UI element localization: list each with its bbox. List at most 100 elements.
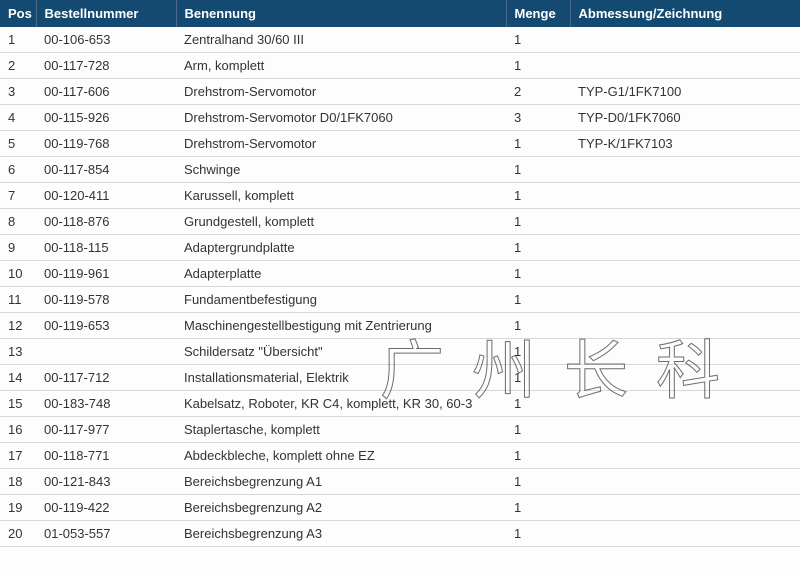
cell-menge: 1 xyxy=(506,495,570,521)
cell-menge: 1 xyxy=(506,27,570,53)
cell-abmessung xyxy=(570,391,800,417)
cell-abmessung xyxy=(570,313,800,339)
cell-menge: 1 xyxy=(506,287,570,313)
cell-bestellnummer: 00-119-768 xyxy=(36,131,176,157)
cell-abmessung xyxy=(570,183,800,209)
cell-benennung: Bereichsbegrenzung A2 xyxy=(176,495,506,521)
cell-pos: 8 xyxy=(0,209,36,235)
cell-pos: 4 xyxy=(0,105,36,131)
col-header-bestellnummer: Bestellnummer xyxy=(36,0,176,27)
cell-abmessung xyxy=(570,495,800,521)
col-header-benennung: Benennung xyxy=(176,0,506,27)
cell-bestellnummer: 00-183-748 xyxy=(36,391,176,417)
col-header-menge: Menge xyxy=(506,0,570,27)
cell-bestellnummer xyxy=(36,339,176,365)
cell-abmessung xyxy=(570,339,800,365)
cell-menge: 3 xyxy=(506,105,570,131)
table-row: 200-117-728Arm, komplett1 xyxy=(0,53,800,79)
cell-benennung: Zentralhand 30/60 III xyxy=(176,27,506,53)
cell-pos: 18 xyxy=(0,469,36,495)
cell-abmessung xyxy=(570,209,800,235)
cell-bestellnummer: 00-118-876 xyxy=(36,209,176,235)
table-row: 1800-121-843Bereichsbegrenzung A11 xyxy=(0,469,800,495)
cell-benennung: Staplertasche, komplett xyxy=(176,417,506,443)
table-row: 1600-117-977Staplertasche, komplett1 xyxy=(0,417,800,443)
cell-pos: 9 xyxy=(0,235,36,261)
cell-benennung: Schwinge xyxy=(176,157,506,183)
cell-menge: 1 xyxy=(506,443,570,469)
cell-menge: 1 xyxy=(506,131,570,157)
table-row: 400-115-926Drehstrom-Servomotor D0/1FK70… xyxy=(0,105,800,131)
cell-benennung: Bereichsbegrenzung A1 xyxy=(176,469,506,495)
cell-bestellnummer: 00-117-728 xyxy=(36,53,176,79)
cell-benennung: Drehstrom-Servomotor D0/1FK7060 xyxy=(176,105,506,131)
cell-menge: 1 xyxy=(506,469,570,495)
table-row: 700-120-411Karussell, komplett1 xyxy=(0,183,800,209)
cell-abmessung xyxy=(570,53,800,79)
cell-bestellnummer: 00-106-653 xyxy=(36,27,176,53)
cell-bestellnummer: 01-053-557 xyxy=(36,521,176,547)
cell-pos: 17 xyxy=(0,443,36,469)
cell-benennung: Abdeckbleche, komplett ohne EZ xyxy=(176,443,506,469)
cell-menge: 1 xyxy=(506,157,570,183)
cell-benennung: Drehstrom-Servomotor xyxy=(176,79,506,105)
cell-abmessung xyxy=(570,365,800,391)
cell-benennung: Arm, komplett xyxy=(176,53,506,79)
cell-benennung: Adapterplatte xyxy=(176,261,506,287)
cell-bestellnummer: 00-119-961 xyxy=(36,261,176,287)
table-body: 100-106-653Zentralhand 30/60 III1200-117… xyxy=(0,27,800,547)
cell-pos: 16 xyxy=(0,417,36,443)
cell-menge: 1 xyxy=(506,339,570,365)
table-row: 100-106-653Zentralhand 30/60 III1 xyxy=(0,27,800,53)
cell-bestellnummer: 00-119-653 xyxy=(36,313,176,339)
cell-bestellnummer: 00-117-712 xyxy=(36,365,176,391)
cell-abmessung xyxy=(570,417,800,443)
cell-pos: 5 xyxy=(0,131,36,157)
cell-pos: 3 xyxy=(0,79,36,105)
cell-abmessung xyxy=(570,261,800,287)
cell-pos: 7 xyxy=(0,183,36,209)
cell-bestellnummer: 00-118-115 xyxy=(36,235,176,261)
cell-menge: 1 xyxy=(506,417,570,443)
cell-pos: 13 xyxy=(0,339,36,365)
cell-bestellnummer: 00-121-843 xyxy=(36,469,176,495)
table-row: 1500-183-748Kabelsatz, Roboter, KR C4, k… xyxy=(0,391,800,417)
cell-bestellnummer: 00-119-578 xyxy=(36,287,176,313)
cell-bestellnummer: 00-119-422 xyxy=(36,495,176,521)
cell-abmessung: TYP-D0/1FK7060 xyxy=(570,105,800,131)
cell-abmessung xyxy=(570,443,800,469)
cell-bestellnummer: 00-115-926 xyxy=(36,105,176,131)
cell-abmessung xyxy=(570,27,800,53)
parts-table: Pos Bestellnummer Benennung Menge Abmess… xyxy=(0,0,800,547)
cell-menge: 1 xyxy=(506,521,570,547)
table-row: 600-117-854Schwinge1 xyxy=(0,157,800,183)
table-row: 1100-119-578Fundamentbefestigung1 xyxy=(0,287,800,313)
table-row: 13Schildersatz "Übersicht"1 xyxy=(0,339,800,365)
cell-pos: 12 xyxy=(0,313,36,339)
cell-benennung: Kabelsatz, Roboter, KR C4, komplett, KR … xyxy=(176,391,506,417)
table-header-row: Pos Bestellnummer Benennung Menge Abmess… xyxy=(0,0,800,27)
table-row: 1000-119-961Adapterplatte1 xyxy=(0,261,800,287)
cell-benennung: Drehstrom-Servomotor xyxy=(176,131,506,157)
cell-abmessung xyxy=(570,287,800,313)
cell-abmessung: TYP-K/1FK7103 xyxy=(570,131,800,157)
table-row: 300-117-606Drehstrom-Servomotor2TYP-G1/1… xyxy=(0,79,800,105)
col-header-abmessung: Abmessung/Zeichnung xyxy=(570,0,800,27)
table-row: 900-118-115Adaptergrundplatte1 xyxy=(0,235,800,261)
cell-abmessung: TYP-G1/1FK7100 xyxy=(570,79,800,105)
cell-benennung: Installationsmaterial, Elektrik xyxy=(176,365,506,391)
table-row: 800-118-876Grundgestell, komplett1 xyxy=(0,209,800,235)
cell-pos: 14 xyxy=(0,365,36,391)
cell-benennung: Grundgestell, komplett xyxy=(176,209,506,235)
table-row: 2001-053-557Bereichsbegrenzung A31 xyxy=(0,521,800,547)
cell-bestellnummer: 00-118-771 xyxy=(36,443,176,469)
cell-abmessung xyxy=(570,157,800,183)
cell-pos: 19 xyxy=(0,495,36,521)
table-row: 1200-119-653Maschinengestellbestigung mi… xyxy=(0,313,800,339)
cell-menge: 1 xyxy=(506,313,570,339)
table-row: 1700-118-771Abdeckbleche, komplett ohne … xyxy=(0,443,800,469)
cell-benennung: Maschinengestellbestigung mit Zentrierun… xyxy=(176,313,506,339)
cell-menge: 2 xyxy=(506,79,570,105)
cell-menge: 1 xyxy=(506,391,570,417)
cell-benennung: Fundamentbefestigung xyxy=(176,287,506,313)
